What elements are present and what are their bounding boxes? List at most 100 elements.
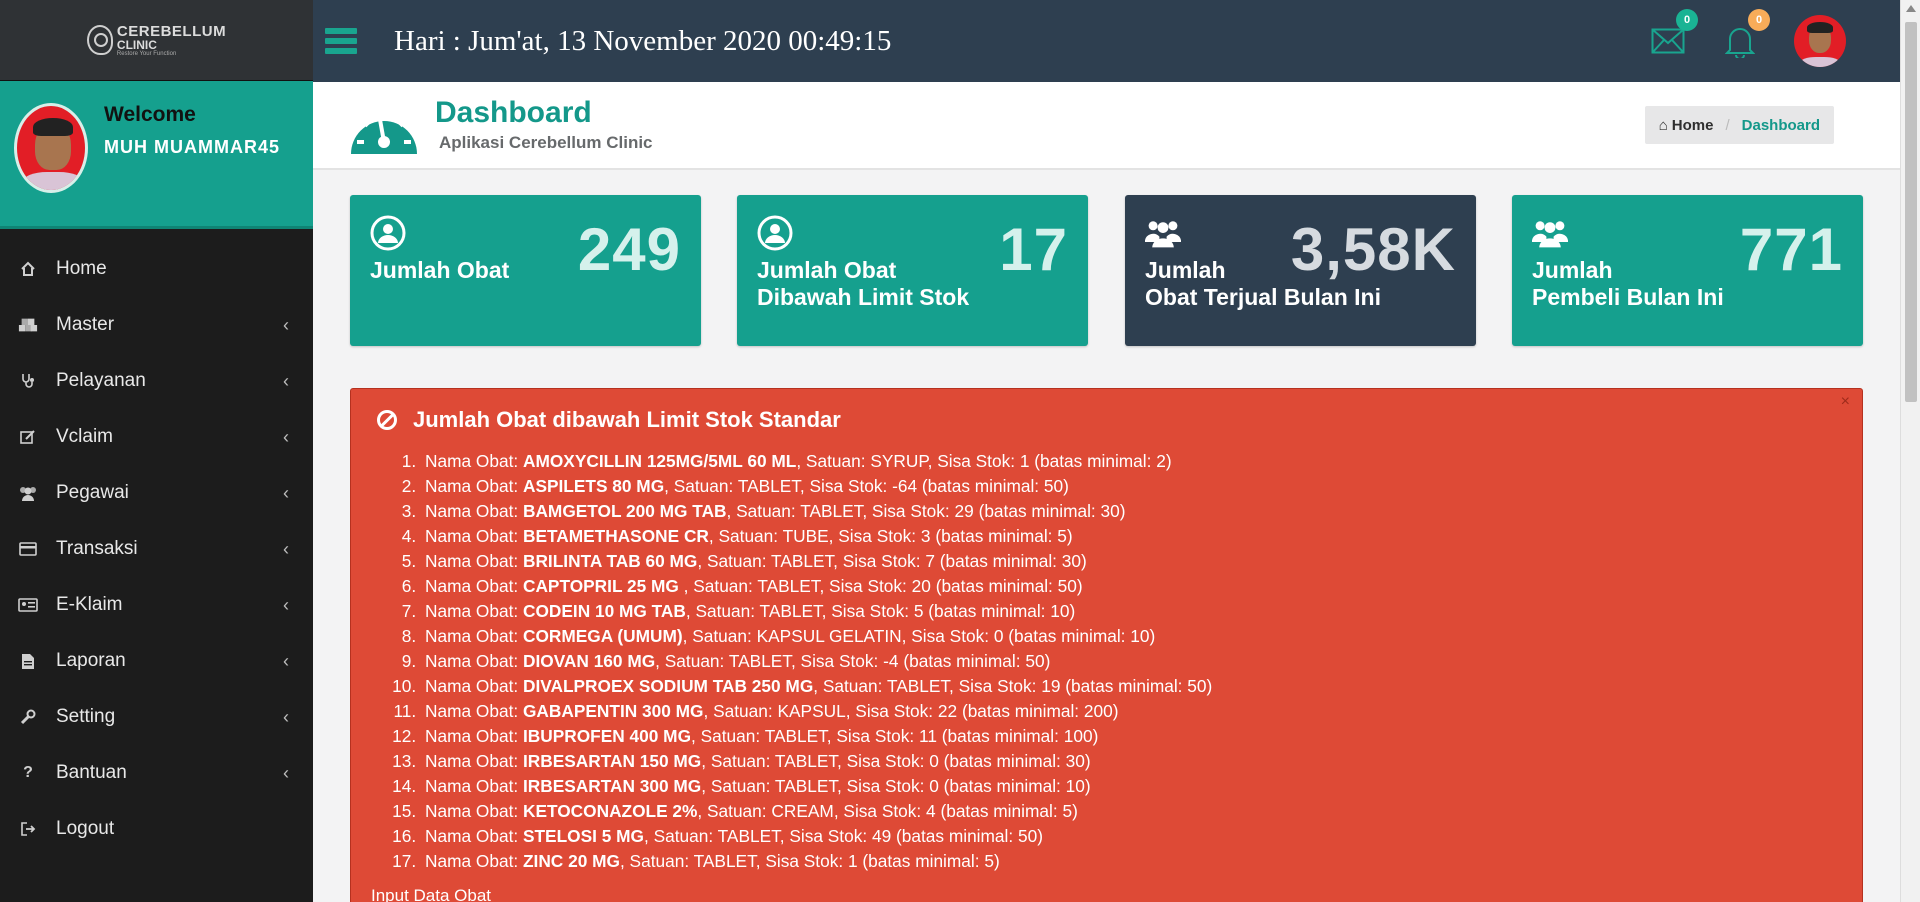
sidebar-item-bantuan[interactable]: ? Bantuan ‹ <box>0 745 313 801</box>
messages-button[interactable]: 0 <box>1650 9 1698 59</box>
obat-min: 50 <box>1017 826 1038 846</box>
page-scrollbar[interactable] <box>1900 0 1920 902</box>
sidebar-item-laporan[interactable]: Laporan ‹ <box>0 633 313 689</box>
obat-stok: -4 <box>883 651 899 671</box>
alert-title-text: Jumlah Obat dibawah Limit Stok Standar <box>413 407 841 432</box>
sidebar-item-eklaim[interactable]: E-Klaim ‹ <box>0 577 313 633</box>
obat-min: 200 <box>1083 701 1113 721</box>
alert-title: Jumlah Obat dibawah Limit Stok Standar <box>377 407 841 433</box>
sidebar-item-home[interactable]: Home <box>0 241 313 297</box>
input-data-obat-link[interactable]: Input Data Obat <box>371 886 491 902</box>
obat-satuan: TABLET <box>774 751 838 771</box>
list-item: Nama Obat: CORMEGA (UMUM), Satuan: KAPSU… <box>421 624 1212 649</box>
scroll-up-icon[interactable] <box>1906 5 1916 12</box>
sidebar-item-label: Laporan <box>56 650 126 671</box>
cubes-icon <box>18 317 38 333</box>
notifications-button[interactable]: 0 <box>1722 9 1770 59</box>
breadcrumb-home-label: Home <box>1671 116 1714 134</box>
obat-stok: 3 <box>920 526 931 546</box>
question-icon: ? <box>23 764 33 781</box>
clinic-logo[interactable]: CEREBELLUM CLINIC Restore Your Function <box>86 22 227 57</box>
sidebar-item-label: Transaksi <box>56 538 138 559</box>
list-item: Nama Obat: CODEIN 10 MG TAB, Satuan: TAB… <box>421 599 1212 624</box>
sidebar-toggle-button[interactable] <box>325 28 357 54</box>
obat-min: 30 <box>1100 501 1120 521</box>
obat-satuan: TUBE <box>782 526 829 546</box>
sidebar-item-vclaim[interactable]: Vclaim ‹ <box>0 409 313 465</box>
chevron-left-icon: ‹ <box>283 594 289 615</box>
obat-satuan: TABLET <box>800 501 863 521</box>
home-icon: ⌂ <box>1658 116 1668 134</box>
obat-name: DIVALPROEX SODIUM TAB 250 MG <box>522 676 814 696</box>
obat-name: ZINC 20 MG <box>522 851 620 871</box>
obat-min: 50 <box>1043 476 1064 496</box>
obat-satuan: TABLET <box>759 601 822 621</box>
alert-close-button[interactable]: × <box>1841 393 1850 411</box>
obat-min: 10 <box>1065 776 1085 796</box>
breadcrumb: ⌂ Home / Dashboard <box>1644 106 1834 144</box>
stat-card-obat-terjual[interactable]: Jumlah Obat Terjual Bulan Ini 3,58K <box>1125 195 1476 346</box>
user-avatar-button[interactable] <box>1794 15 1846 67</box>
stat-label: Jumlah Obat Dibawah Limit Stok <box>757 257 970 310</box>
obat-min: 30 <box>1061 551 1082 571</box>
obat-satuan: KAPSUL GELATIN <box>756 626 902 646</box>
obat-stok: 19 <box>1041 676 1061 696</box>
list-item: Nama Obat: IRBESARTAN 300 MG, Satuan: TA… <box>421 774 1212 799</box>
messages-badge: 0 <box>1676 9 1698 31</box>
sidebar-item-pegawai[interactable]: Pegawai ‹ <box>0 465 313 521</box>
obat-satuan: TABLET <box>693 851 756 871</box>
obat-satuan: KAPSUL <box>777 701 846 721</box>
users-icon <box>1532 221 1568 248</box>
users-icon <box>18 485 38 501</box>
ban-icon <box>377 410 397 430</box>
obat-stok: 1 <box>847 851 858 871</box>
obat-satuan: SYRUP <box>870 451 928 471</box>
obat-name: CAPTOPRIL 25 MG <box>522 576 684 596</box>
sidebar-item-pelayanan[interactable]: Pelayanan ‹ <box>0 353 313 409</box>
obat-stok: 0 <box>993 626 1004 646</box>
obat-name: IRBESARTAN 150 MG <box>522 751 702 771</box>
list-item: Nama Obat: ZINC 20 MG, Satuan: TABLET, S… <box>421 849 1212 874</box>
envelope-icon <box>1651 28 1685 54</box>
obat-name: IBUPROFEN 400 MG <box>522 726 692 746</box>
obat-name: CODEIN 10 MG TAB <box>522 601 686 621</box>
breadcrumb-active: Dashboard <box>1741 116 1820 134</box>
obat-min: 10 <box>1130 626 1150 646</box>
avatar[interactable] <box>14 103 88 193</box>
file-icon <box>18 653 38 670</box>
chevron-left-icon: ‹ <box>283 706 289 727</box>
page-subtitle: Aplikasi Cerebellum Clinic <box>439 133 653 152</box>
obat-min: 50 <box>1057 576 1077 596</box>
stat-card-pembeli[interactable]: Jumlah Pembeli Bulan Ini 771 <box>1512 195 1863 346</box>
list-item: Nama Obat: BRILINTA TAB 60 MG, Satuan: T… <box>421 549 1212 574</box>
sidebar-item-transaksi[interactable]: Transaksi ‹ <box>0 521 313 577</box>
stat-value: 249 <box>577 216 681 283</box>
obat-name: IRBESARTAN 300 MG <box>522 776 702 796</box>
obat-stok: 4 <box>926 801 936 821</box>
breadcrumb-home[interactable]: ⌂ Home <box>1659 117 1714 134</box>
topbar: Hari : Jum'at, 13 November 2020 00:49:15… <box>313 0 1900 82</box>
obat-stok: -64 <box>892 476 918 496</box>
sidebar-item-setting[interactable]: Setting ‹ <box>0 689 313 745</box>
sidebar-item-label: Setting <box>56 706 116 727</box>
list-item: Nama Obat: DIOVAN 160 MG, Satuan: TABLET… <box>421 649 1212 674</box>
obat-min: 30 <box>1065 751 1085 771</box>
obat-satuan: TABLET <box>728 651 791 671</box>
scrollbar-thumb[interactable] <box>1905 22 1917 402</box>
logo-line1: CEREBELLUM <box>116 22 227 40</box>
obat-name: AMOXYCILLIN 125MG/5ML 60 ML <box>522 451 797 471</box>
obat-name: STELOSI 5 MG <box>522 826 644 846</box>
sidebar-item-label: Bantuan <box>56 762 127 783</box>
chevron-left-icon: ‹ <box>283 314 289 335</box>
obat-stok: 0 <box>929 776 939 796</box>
user-icon <box>757 215 793 251</box>
sidebar-item-logout[interactable]: Logout <box>0 801 313 857</box>
stat-card-limit-stok[interactable]: Jumlah Obat Dibawah Limit Stok 17 <box>737 195 1088 346</box>
obat-satuan: TABLET <box>771 551 834 571</box>
obat-name: KETOCONAZOLE 2% <box>522 801 698 821</box>
sidebar-item-master[interactable]: Master ‹ <box>0 297 313 353</box>
obat-name: BETAMETHASONE CR <box>522 526 709 546</box>
chevron-left-icon: ‹ <box>283 370 289 391</box>
obat-min: 5 <box>1057 526 1067 546</box>
stat-card-jumlah-obat[interactable]: Jumlah Obat 249 <box>350 195 701 346</box>
